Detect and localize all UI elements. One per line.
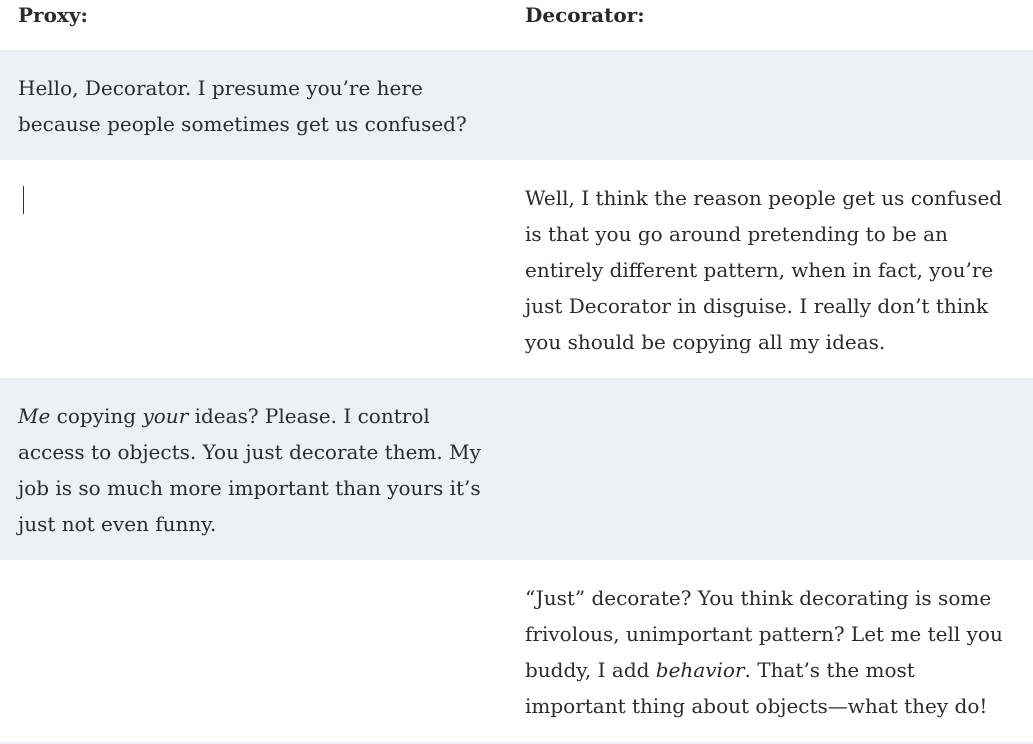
decorator-line-1-empty [507,50,1033,160]
decorator-line-3-empty [507,378,1033,560]
emphasis-me: Me [18,404,51,428]
text-cursor [23,185,24,214]
emphasis-behavior: behavior [655,658,745,682]
proxy-column-header: Proxy: [18,3,88,27]
proxy-line-3: Me copying your ideas? Please. I control… [0,378,507,560]
decorator-column-header: Decorator: [525,3,645,27]
proxy-line-3-text-a: copying [50,404,143,428]
proxy-line-4-empty [0,560,507,744]
dialogue-row-1: Hello, Decorator. I presume you’re here … [0,50,1033,160]
decorator-line-4: “Just” decorate? You think decorating is… [507,560,1033,744]
proxy-line-1: Hello, Decorator. I presume you’re here … [0,50,507,160]
header-row: Proxy: Decorator: [0,0,1033,50]
proxy-line-2-empty[interactable] [0,160,507,378]
dialogue-row-4: “Just” decorate? You think decorating is… [0,560,1033,744]
dialogue-row-3: Me copying your ideas? Please. I control… [0,378,1033,560]
dialogue-table: Proxy: Decorator: Hello, Decorator. I pr… [0,0,1033,744]
dialogue-row-2: Well, I think the reason people get us c… [0,160,1033,378]
decorator-line-2: Well, I think the reason people get us c… [525,186,1003,354]
emphasis-your: your [142,404,189,428]
